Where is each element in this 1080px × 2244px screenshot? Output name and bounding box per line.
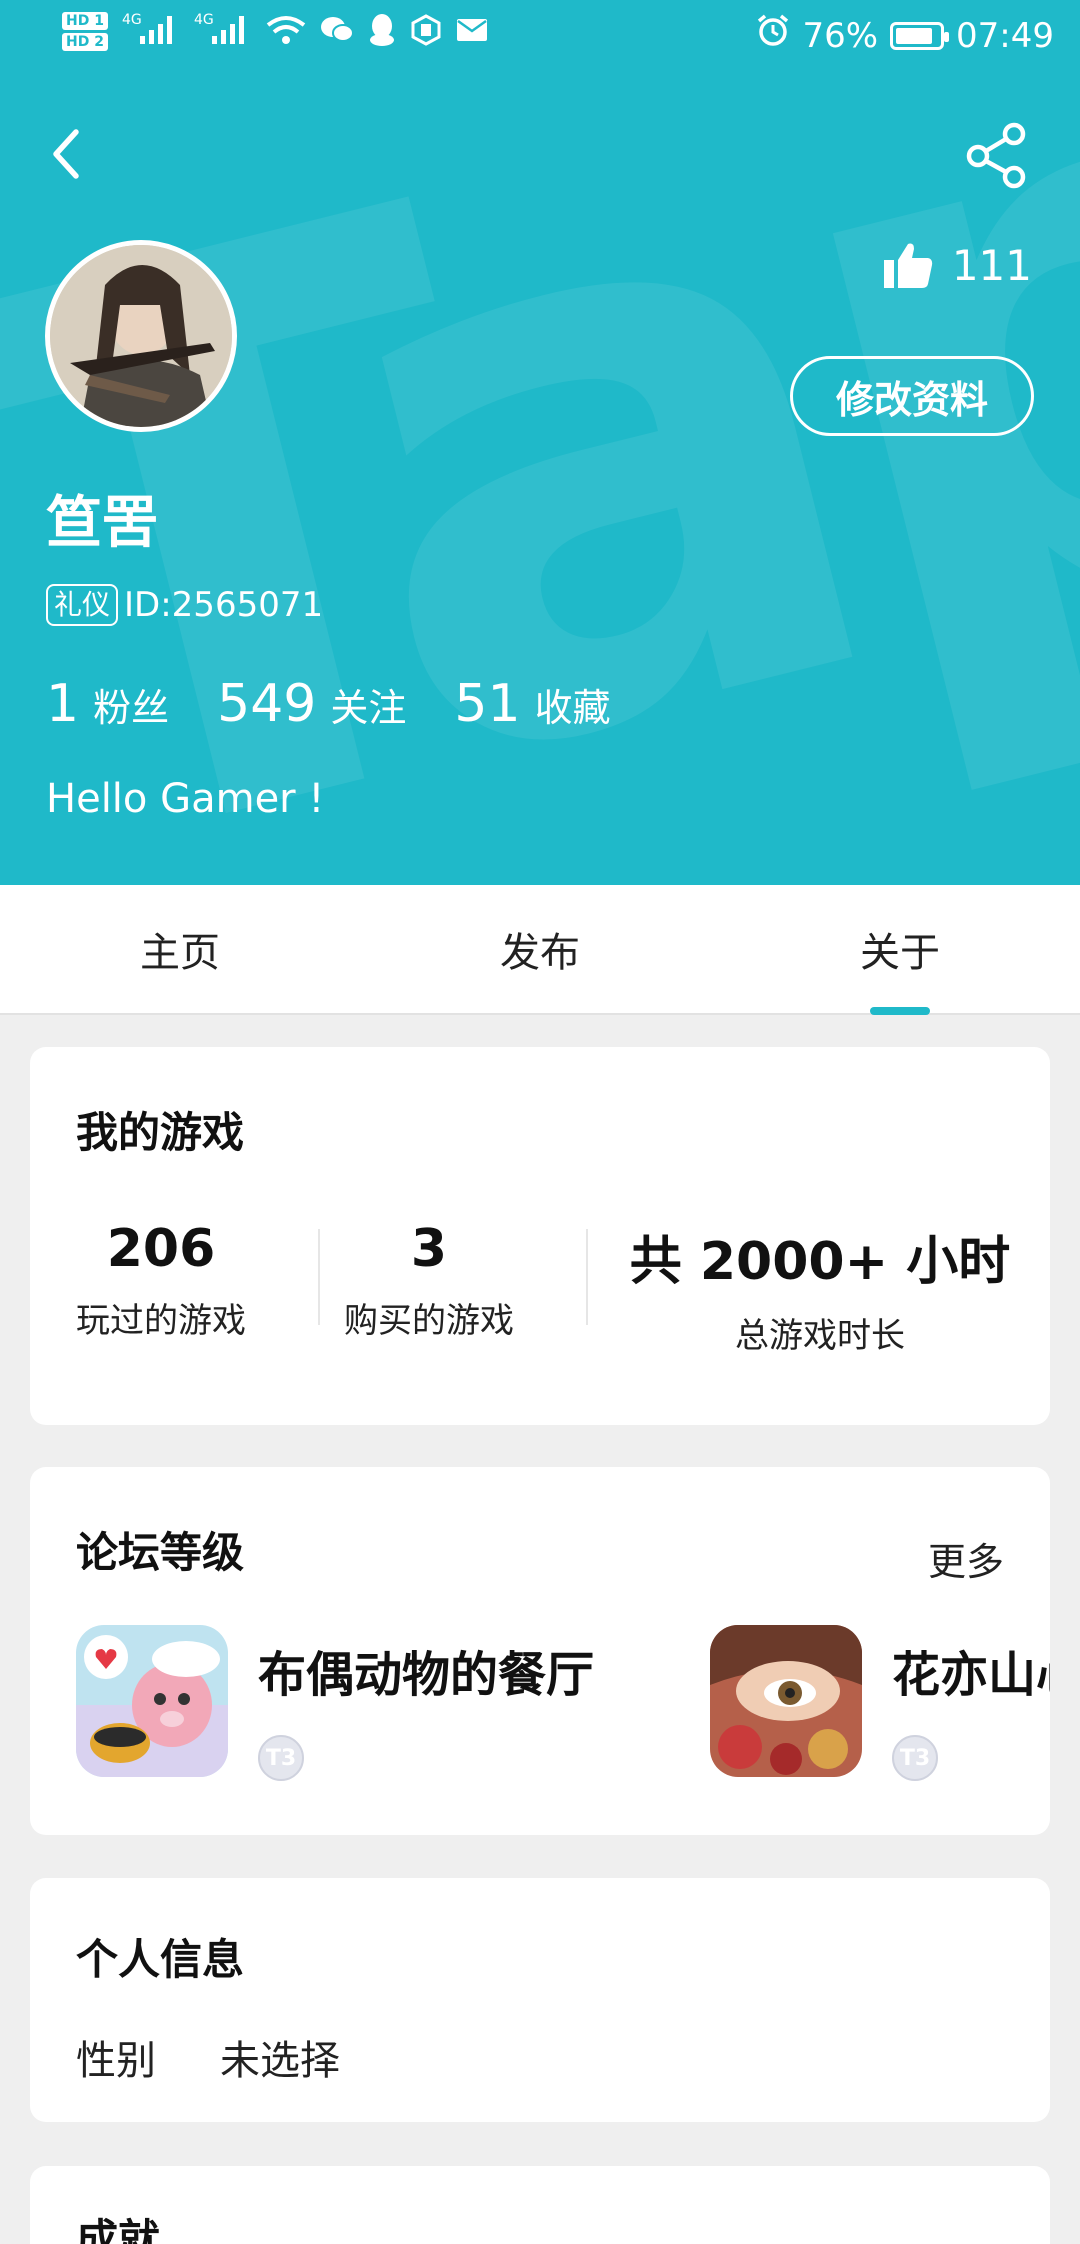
like-count: 111 [951, 240, 1032, 290]
profile-stats: 1 粉丝 549 关注 51 收藏 [46, 674, 659, 734]
gender-row: 性别 未选择 [76, 2028, 340, 2086]
gender-label: 性别 [76, 2038, 156, 2084]
etiquette-badge: 礼仪 [46, 584, 119, 626]
id-row: 礼仪 ID:2565071 [46, 584, 323, 626]
watermark-logo: Tap [0, 0, 1080, 885]
username: 笪罟 [46, 491, 158, 556]
gender-value: 未选择 [220, 2038, 340, 2084]
profile-tabs: 主页 发布 关于 [0, 885, 1080, 1015]
purchased-games-label: 购买的游戏 [344, 1301, 514, 1341]
purchased-games-value: 3 [410, 1219, 448, 1279]
battery-icon [890, 21, 950, 50]
like-button[interactable]: 111 [882, 240, 1032, 290]
favorites-label[interactable]: 收藏 [535, 677, 611, 732]
share-icon [966, 122, 1026, 189]
game-icon-doll-restaurant [76, 1625, 228, 1777]
my-games-card: 我的游戏 206 玩过的游戏 3 购买的游戏 共 2000+ 小时 总游戏时长 [30, 1047, 1050, 1425]
achievements-card: 成就 [30, 2166, 1050, 2244]
forum-game-name: 布偶动物的餐厅 [258, 1647, 595, 1703]
alarm-icon [756, 14, 790, 57]
game-icon-huayishan [710, 1625, 862, 1777]
mail-icon [456, 18, 488, 46]
my-games-title: 我的游戏 [76, 1108, 245, 1157]
following-count[interactable]: 549 [217, 674, 316, 734]
wechat-icon [320, 15, 354, 49]
personal-info-card: 个人信息 性别 未选择 [30, 1878, 1050, 2122]
user-id: ID:2565071 [124, 585, 324, 625]
clock: 07:49 [956, 15, 1054, 56]
followers-count[interactable]: 1 [46, 674, 79, 734]
playtime-label: 总游戏时长 [735, 1316, 905, 1356]
favorites-count[interactable]: 51 [454, 674, 520, 734]
played-games-value: 206 [106, 1219, 216, 1279]
following-label[interactable]: 关注 [330, 677, 406, 732]
hd1-badge: HD 1 [62, 12, 108, 30]
battery-percent: 76% [802, 15, 879, 56]
forum-item[interactable]: 花亦山心之月 T3 [710, 1625, 1050, 1781]
forum-level-card: 论坛等级 更多 布偶动物的餐厅 T3 花亦山 T3 [30, 1467, 1050, 1835]
purchased-games-stat[interactable]: 3 购买的游戏 [334, 1219, 524, 1342]
tab-home[interactable]: 主页 [0, 885, 360, 1013]
signal-icon-2: 4G [194, 8, 252, 55]
tab-posts[interactable]: 发布 [360, 885, 720, 1013]
qq-icon [368, 13, 396, 51]
wifi-icon [266, 13, 306, 51]
forum-level-title: 论坛等级 [76, 1528, 245, 1577]
personal-info-title: 个人信息 [76, 1935, 245, 1984]
playtime-stat[interactable]: 共 2000+ 小时 总游戏时长 [610, 1219, 1030, 1357]
achievements-title: 成就 [76, 2215, 161, 2244]
hd-icons: HD 1 HD 2 [62, 12, 108, 51]
signal-icon: 4G [122, 8, 180, 55]
divider [318, 1229, 320, 1325]
level-badge-icon: T3 [892, 1735, 938, 1781]
edit-profile-button[interactable]: 修改资料 [790, 356, 1034, 436]
played-games-label: 玩过的游戏 [76, 1301, 246, 1341]
level-badge-icon: T3 [258, 1735, 304, 1781]
avatar[interactable] [45, 240, 237, 432]
bio-text: Hello Gamer ! [46, 776, 325, 822]
played-games-stat[interactable]: 206 玩过的游戏 [66, 1219, 256, 1342]
profile-header: Tap HD 1 HD 2 4G 4G 76% 07:49 111 修改资料 笪… [0, 0, 1080, 885]
status-bar: HD 1 HD 2 4G 4G 76% 07:49 [0, 0, 1080, 75]
back-button[interactable] [42, 118, 102, 188]
more-link[interactable]: 更多 [928, 1531, 1004, 1586]
share-button[interactable] [962, 120, 1032, 190]
tab-about[interactable]: 关于 [720, 885, 1080, 1013]
shield-icon [410, 13, 442, 50]
thumbs-up-icon [883, 243, 932, 288]
divider [586, 1229, 588, 1325]
svg-text:4G: 4G [194, 12, 214, 28]
playtime-value: 共 2000+ 小时 [629, 1232, 1011, 1292]
followers-label[interactable]: 粉丝 [93, 677, 169, 732]
forum-game-name: 花亦山心之月 [892, 1647, 1050, 1703]
hd2-badge: HD 2 [62, 33, 108, 51]
svg-text:4G: 4G [122, 12, 142, 28]
forum-item[interactable]: 布偶动物的餐厅 T3 [76, 1625, 594, 1781]
